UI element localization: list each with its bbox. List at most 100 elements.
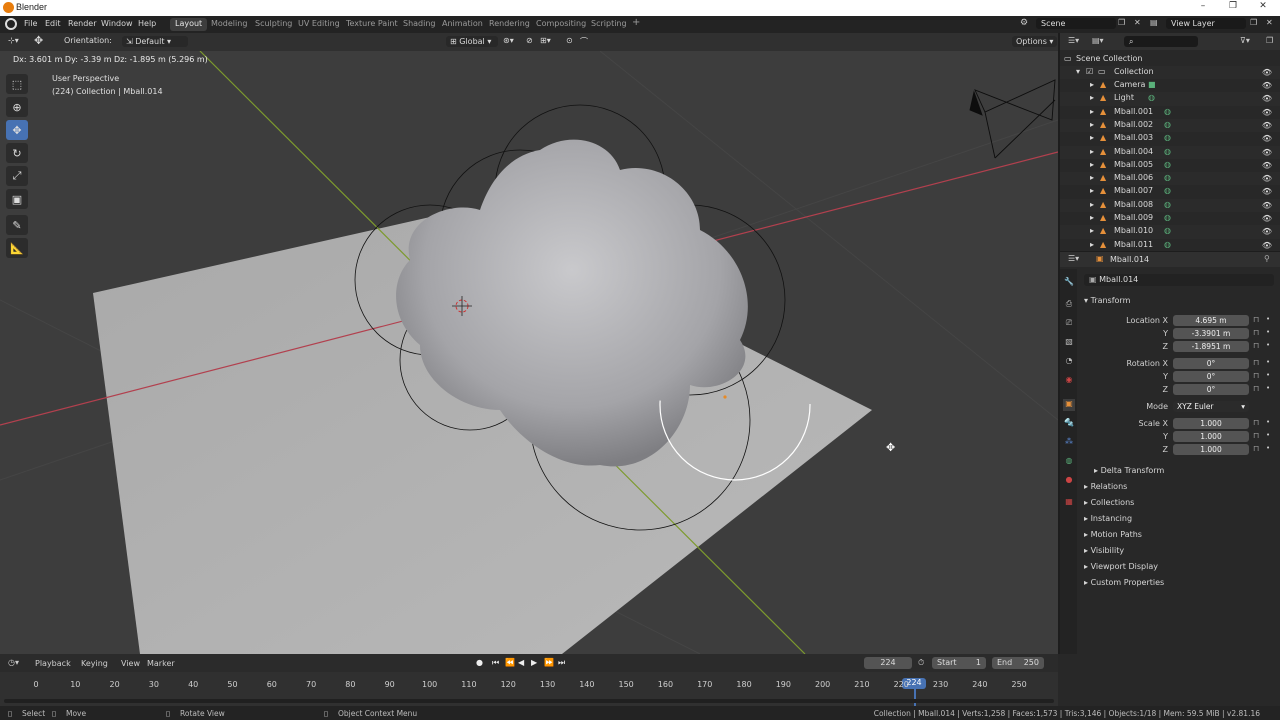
lock-icon[interactable]: ⊓ (1253, 328, 1259, 337)
end-frame-field[interactable]: End 250 (992, 657, 1044, 669)
rotation-z-field[interactable]: 0° (1173, 384, 1249, 395)
new-view-layer-icon[interactable]: ❐ (1250, 18, 1257, 27)
outliner-item[interactable]: ▸ ▲ Mball.004 ◍ 👁 (1060, 145, 1280, 159)
eye-icon[interactable]: 👁 (1262, 81, 1272, 90)
expand-icon[interactable]: ▸ (1090, 107, 1094, 116)
keyframe-dot-icon[interactable]: • (1266, 315, 1270, 323)
particles-tab-icon[interactable]: ⁂ (1063, 437, 1075, 449)
outliner-item[interactable]: ▸ ▲ Mball.001 ◍ 👁 (1060, 106, 1280, 119)
menu-file[interactable]: File (24, 19, 37, 28)
transform-tool-icon[interactable]: ▣ (6, 189, 28, 209)
menu-playback[interactable]: Playback (35, 659, 71, 668)
location-x-field[interactable]: 4.695 m (1173, 315, 1249, 326)
outliner-scene-collection[interactable]: ▭ Scene Collection (1060, 53, 1280, 66)
eye-icon[interactable]: 👁 (1262, 201, 1272, 210)
rotation-x-field[interactable]: 0° (1173, 358, 1249, 369)
keyframe-dot-icon[interactable]: • (1266, 444, 1270, 452)
output-tab-icon[interactable]: ⎚ (1063, 318, 1075, 330)
maximize-icon[interactable]: ❐ (1226, 1, 1240, 11)
section-relations[interactable]: ▸ Relations (1084, 482, 1127, 491)
location-y-field[interactable]: -3.3901 m (1173, 328, 1249, 339)
scale-z-field[interactable]: 1.000 (1173, 444, 1249, 455)
jump-end-icon[interactable]: ⏭ (558, 658, 565, 668)
timeline-editor-icon[interactable]: ◷▾ (8, 658, 19, 667)
keyframe-dot-icon[interactable]: • (1266, 371, 1270, 379)
lock-icon[interactable]: ⊓ (1253, 371, 1259, 380)
tab-rendering[interactable]: Rendering (484, 18, 535, 31)
section-custom-properties[interactable]: ▸ Custom Properties (1084, 578, 1164, 587)
world-tab-icon[interactable]: ◉ (1063, 375, 1075, 387)
menu-render[interactable]: Render (68, 19, 96, 28)
pivot-point-icon[interactable]: ⊛▾ (503, 36, 514, 45)
lock-icon[interactable]: ⊓ (1253, 341, 1259, 350)
eye-icon[interactable]: 👁 (1262, 108, 1272, 117)
expand-icon[interactable]: ▸ (1090, 213, 1094, 222)
outliner-collection[interactable]: ▾ ☑ ▭ Collection 👁 (1060, 66, 1280, 80)
delete-scene-icon[interactable]: ✕ (1134, 18, 1141, 27)
transform-panel-header[interactable]: ▾ Transform (1084, 296, 1130, 305)
move-tool-icon[interactable]: ✥ (6, 120, 28, 140)
3d-viewport[interactable]: ✥ Dx: 3.601 m Dy: -3.39 m Dz: -1.895 m (… (0, 51, 1058, 654)
transform-pivot-icon[interactable]: ✥ (34, 34, 43, 47)
lock-icon[interactable]: ⊓ (1253, 418, 1259, 427)
tab-scripting[interactable]: Scripting (586, 18, 632, 31)
eye-icon[interactable]: 👁 (1262, 134, 1272, 143)
eye-icon[interactable]: 👁 (1262, 174, 1272, 183)
new-collection-icon[interactable]: ❐ (1266, 36, 1273, 45)
expand-icon[interactable]: ▸ (1090, 93, 1094, 102)
rotation-y-field[interactable]: 0° (1173, 371, 1249, 382)
expand-icon[interactable]: ▾ (1076, 67, 1080, 76)
current-frame-field[interactable]: 224 (864, 657, 912, 669)
section-instancing[interactable]: ▸ Instancing (1084, 514, 1132, 523)
menu-edit[interactable]: Edit (45, 19, 61, 28)
snap-target-icon[interactable]: ⊞▾ (540, 36, 551, 45)
eye-icon[interactable]: 👁 (1262, 187, 1272, 196)
expand-icon[interactable]: ▸ (1090, 160, 1094, 169)
delete-view-layer-icon[interactable]: ✕ (1266, 18, 1273, 27)
delta-transform-panel[interactable]: ▸ Delta Transform (1094, 466, 1164, 475)
data-tab-icon[interactable]: ◍ (1063, 456, 1075, 468)
camera-object[interactable] (969, 79, 1056, 159)
tab-uv-editing[interactable]: UV Editing (293, 18, 345, 31)
orientation-dropdown[interactable]: ⇲ Default ▾ (122, 36, 188, 47)
object-tab-icon[interactable]: ▣ (1063, 399, 1075, 411)
minimize-icon[interactable]: – (1196, 1, 1210, 11)
expand-icon[interactable]: ▸ (1090, 240, 1094, 249)
section-visibility[interactable]: ▸ Visibility (1084, 546, 1124, 555)
outliner-item[interactable]: ▸ ▲ Mball.008 ◍ 👁 (1060, 198, 1280, 212)
outliner-item[interactable]: ▸ ▲ Light ◍ 👁 (1060, 92, 1280, 106)
snap-icon[interactable]: ⊘ (526, 36, 533, 45)
tab-texture-paint[interactable]: Texture Paint (341, 18, 403, 31)
add-workspace-icon[interactable]: + (627, 16, 645, 29)
editor-type-icon[interactable]: ⊹▾ (8, 36, 19, 45)
menu-marker[interactable]: Marker (147, 659, 175, 668)
jump-start-icon[interactable]: ⏮ (492, 658, 499, 668)
menu-help[interactable]: Help (138, 19, 156, 28)
section-collections[interactable]: ▸ Collections (1084, 498, 1134, 507)
timeline-scrollbar[interactable] (4, 699, 1054, 703)
eye-icon[interactable]: 👁 (1262, 121, 1272, 130)
material-tab-icon[interactable]: ● (1063, 475, 1075, 487)
object-name-field[interactable]: ▣ Mball.014 (1084, 274, 1274, 286)
tab-modeling[interactable]: Modeling (206, 18, 252, 31)
record-icon[interactable]: ● (476, 658, 483, 667)
rotation-mode-dropdown[interactable]: XYZ Euler ▾ (1173, 401, 1249, 412)
render-tab-icon[interactable]: ⎙ (1063, 299, 1075, 311)
checkbox-icon[interactable]: ☑ (1086, 67, 1093, 76)
expand-icon[interactable]: ▸ (1090, 200, 1094, 209)
outliner-item[interactable]: ▸ ▲ Mball.011 ◍ 👁 (1060, 239, 1280, 252)
menu-view[interactable]: View (121, 659, 140, 668)
outliner-item[interactable]: ▸ ▲ Camera ■ 👁 (1060, 79, 1280, 92)
start-frame-field[interactable]: Start 1 (932, 657, 986, 669)
texture-tab-icon[interactable]: ▦ (1063, 497, 1075, 509)
tab-sculpting[interactable]: Sculpting (250, 18, 297, 31)
view-layer-field[interactable]: View Layer (1166, 18, 1246, 29)
outliner-item[interactable]: ▸ ▲ Mball.006 ◍ 👁 (1060, 172, 1280, 186)
expand-icon[interactable]: ▸ (1090, 226, 1094, 235)
tab-animation[interactable]: Animation (437, 18, 488, 31)
measure-tool-icon[interactable]: 📐 (6, 238, 28, 258)
keyframe-dot-icon[interactable]: • (1266, 341, 1270, 349)
tool-tab-icon[interactable]: 🔧 (1063, 277, 1075, 289)
transform-orientation-dropdown[interactable]: ⊞ Global ▾ (446, 36, 498, 47)
keyframe-dot-icon[interactable]: • (1266, 418, 1270, 426)
